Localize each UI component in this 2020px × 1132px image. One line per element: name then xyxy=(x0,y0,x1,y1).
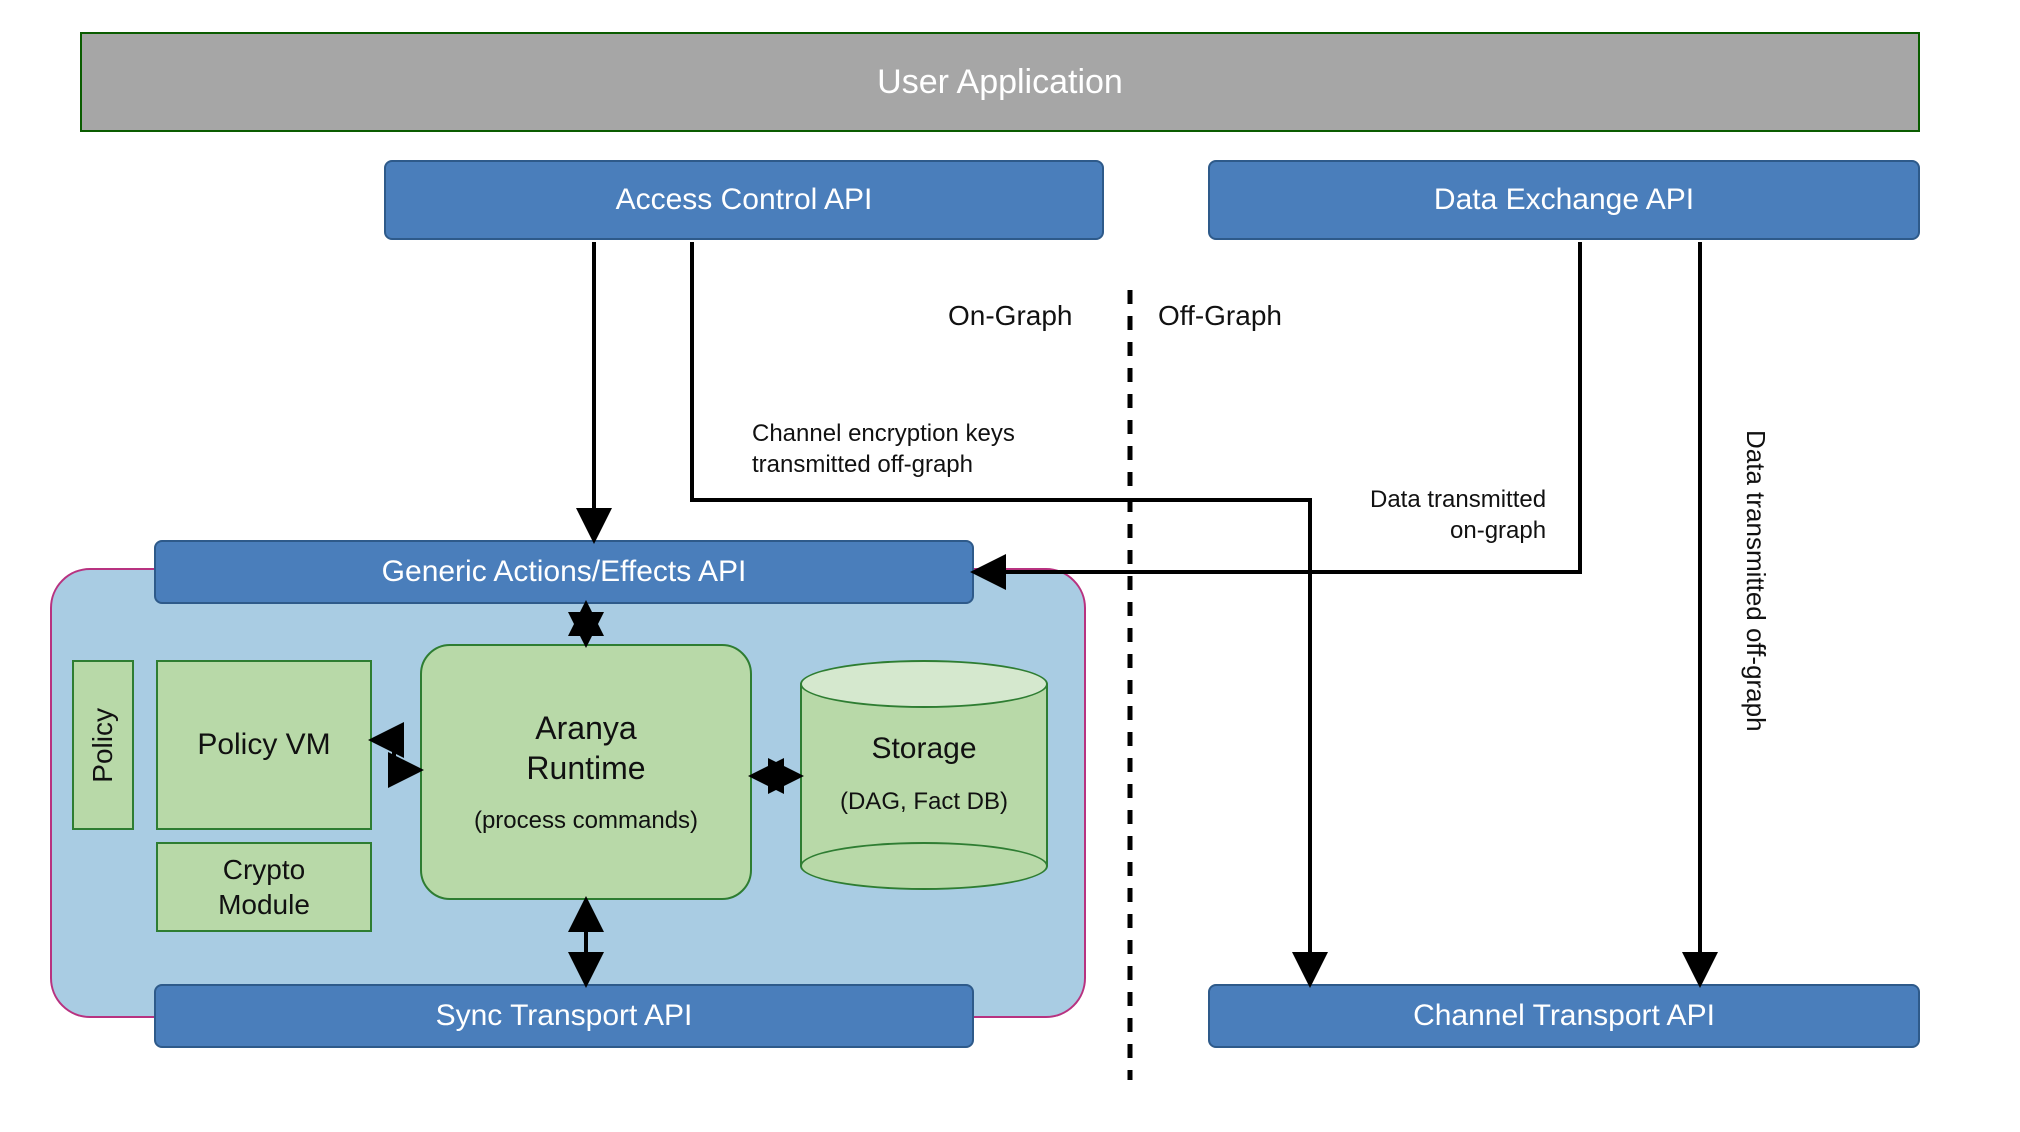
on-graph-label: On-Graph xyxy=(948,300,1073,332)
crypto-module-label-1: Crypto xyxy=(218,852,310,887)
storage-cylinder: Storage (DAG, Fact DB) xyxy=(800,660,1048,890)
policy-box: Policy xyxy=(72,660,134,830)
user-application-label: User Application xyxy=(877,63,1123,102)
access-control-api-label: Access Control API xyxy=(616,183,873,217)
user-application-box: User Application xyxy=(80,32,1920,132)
off-graph-label: Off-Graph xyxy=(1158,300,1282,332)
crypto-module-label-stack: Crypto Module xyxy=(218,852,310,922)
channel-keys-label: Channel encryption keys transmitted off-… xyxy=(752,418,1015,480)
data-off-graph-label: Data transmitted off-graph xyxy=(1740,430,1771,732)
data-exchange-api-box: Data Exchange API xyxy=(1208,160,1920,240)
generic-actions-api-label: Generic Actions/Effects API xyxy=(382,555,747,589)
data-on-graph-label: Data transmitted on-graph xyxy=(1370,484,1546,546)
aranya-runtime-box: Aranya Runtime (process commands) xyxy=(420,644,752,900)
data-on-graph-l2: on-graph xyxy=(1370,515,1546,546)
channel-transport-api-box: Channel Transport API xyxy=(1208,984,1920,1048)
access-control-api-box: Access Control API xyxy=(384,160,1104,240)
sync-transport-api-label: Sync Transport API xyxy=(436,999,693,1033)
aranya-runtime-label-stack: Aranya Runtime (process commands) xyxy=(474,708,698,836)
aranya-runtime-label-1: Aranya xyxy=(474,708,698,748)
sync-transport-api-box: Sync Transport API xyxy=(154,984,974,1048)
storage-title: Storage xyxy=(800,732,1048,766)
crypto-module-label-2: Module xyxy=(218,887,310,922)
channel-keys-l2: transmitted off-graph xyxy=(752,449,1015,480)
policy-vm-label: Policy VM xyxy=(197,728,330,762)
channel-transport-api-label: Channel Transport API xyxy=(1413,999,1715,1033)
aranya-runtime-sub: (process commands) xyxy=(474,806,698,836)
policy-vm-box: Policy VM xyxy=(156,660,372,830)
crypto-module-box: Crypto Module xyxy=(156,842,372,932)
storage-sub: (DAG, Fact DB) xyxy=(800,788,1048,816)
channel-keys-l1: Channel encryption keys xyxy=(752,418,1015,449)
data-exchange-api-label: Data Exchange API xyxy=(1434,183,1694,217)
generic-actions-api-box: Generic Actions/Effects API xyxy=(154,540,974,604)
policy-label: Policy xyxy=(87,708,119,783)
aranya-runtime-label-2: Runtime xyxy=(474,748,698,788)
data-on-graph-l1: Data transmitted xyxy=(1370,484,1546,515)
